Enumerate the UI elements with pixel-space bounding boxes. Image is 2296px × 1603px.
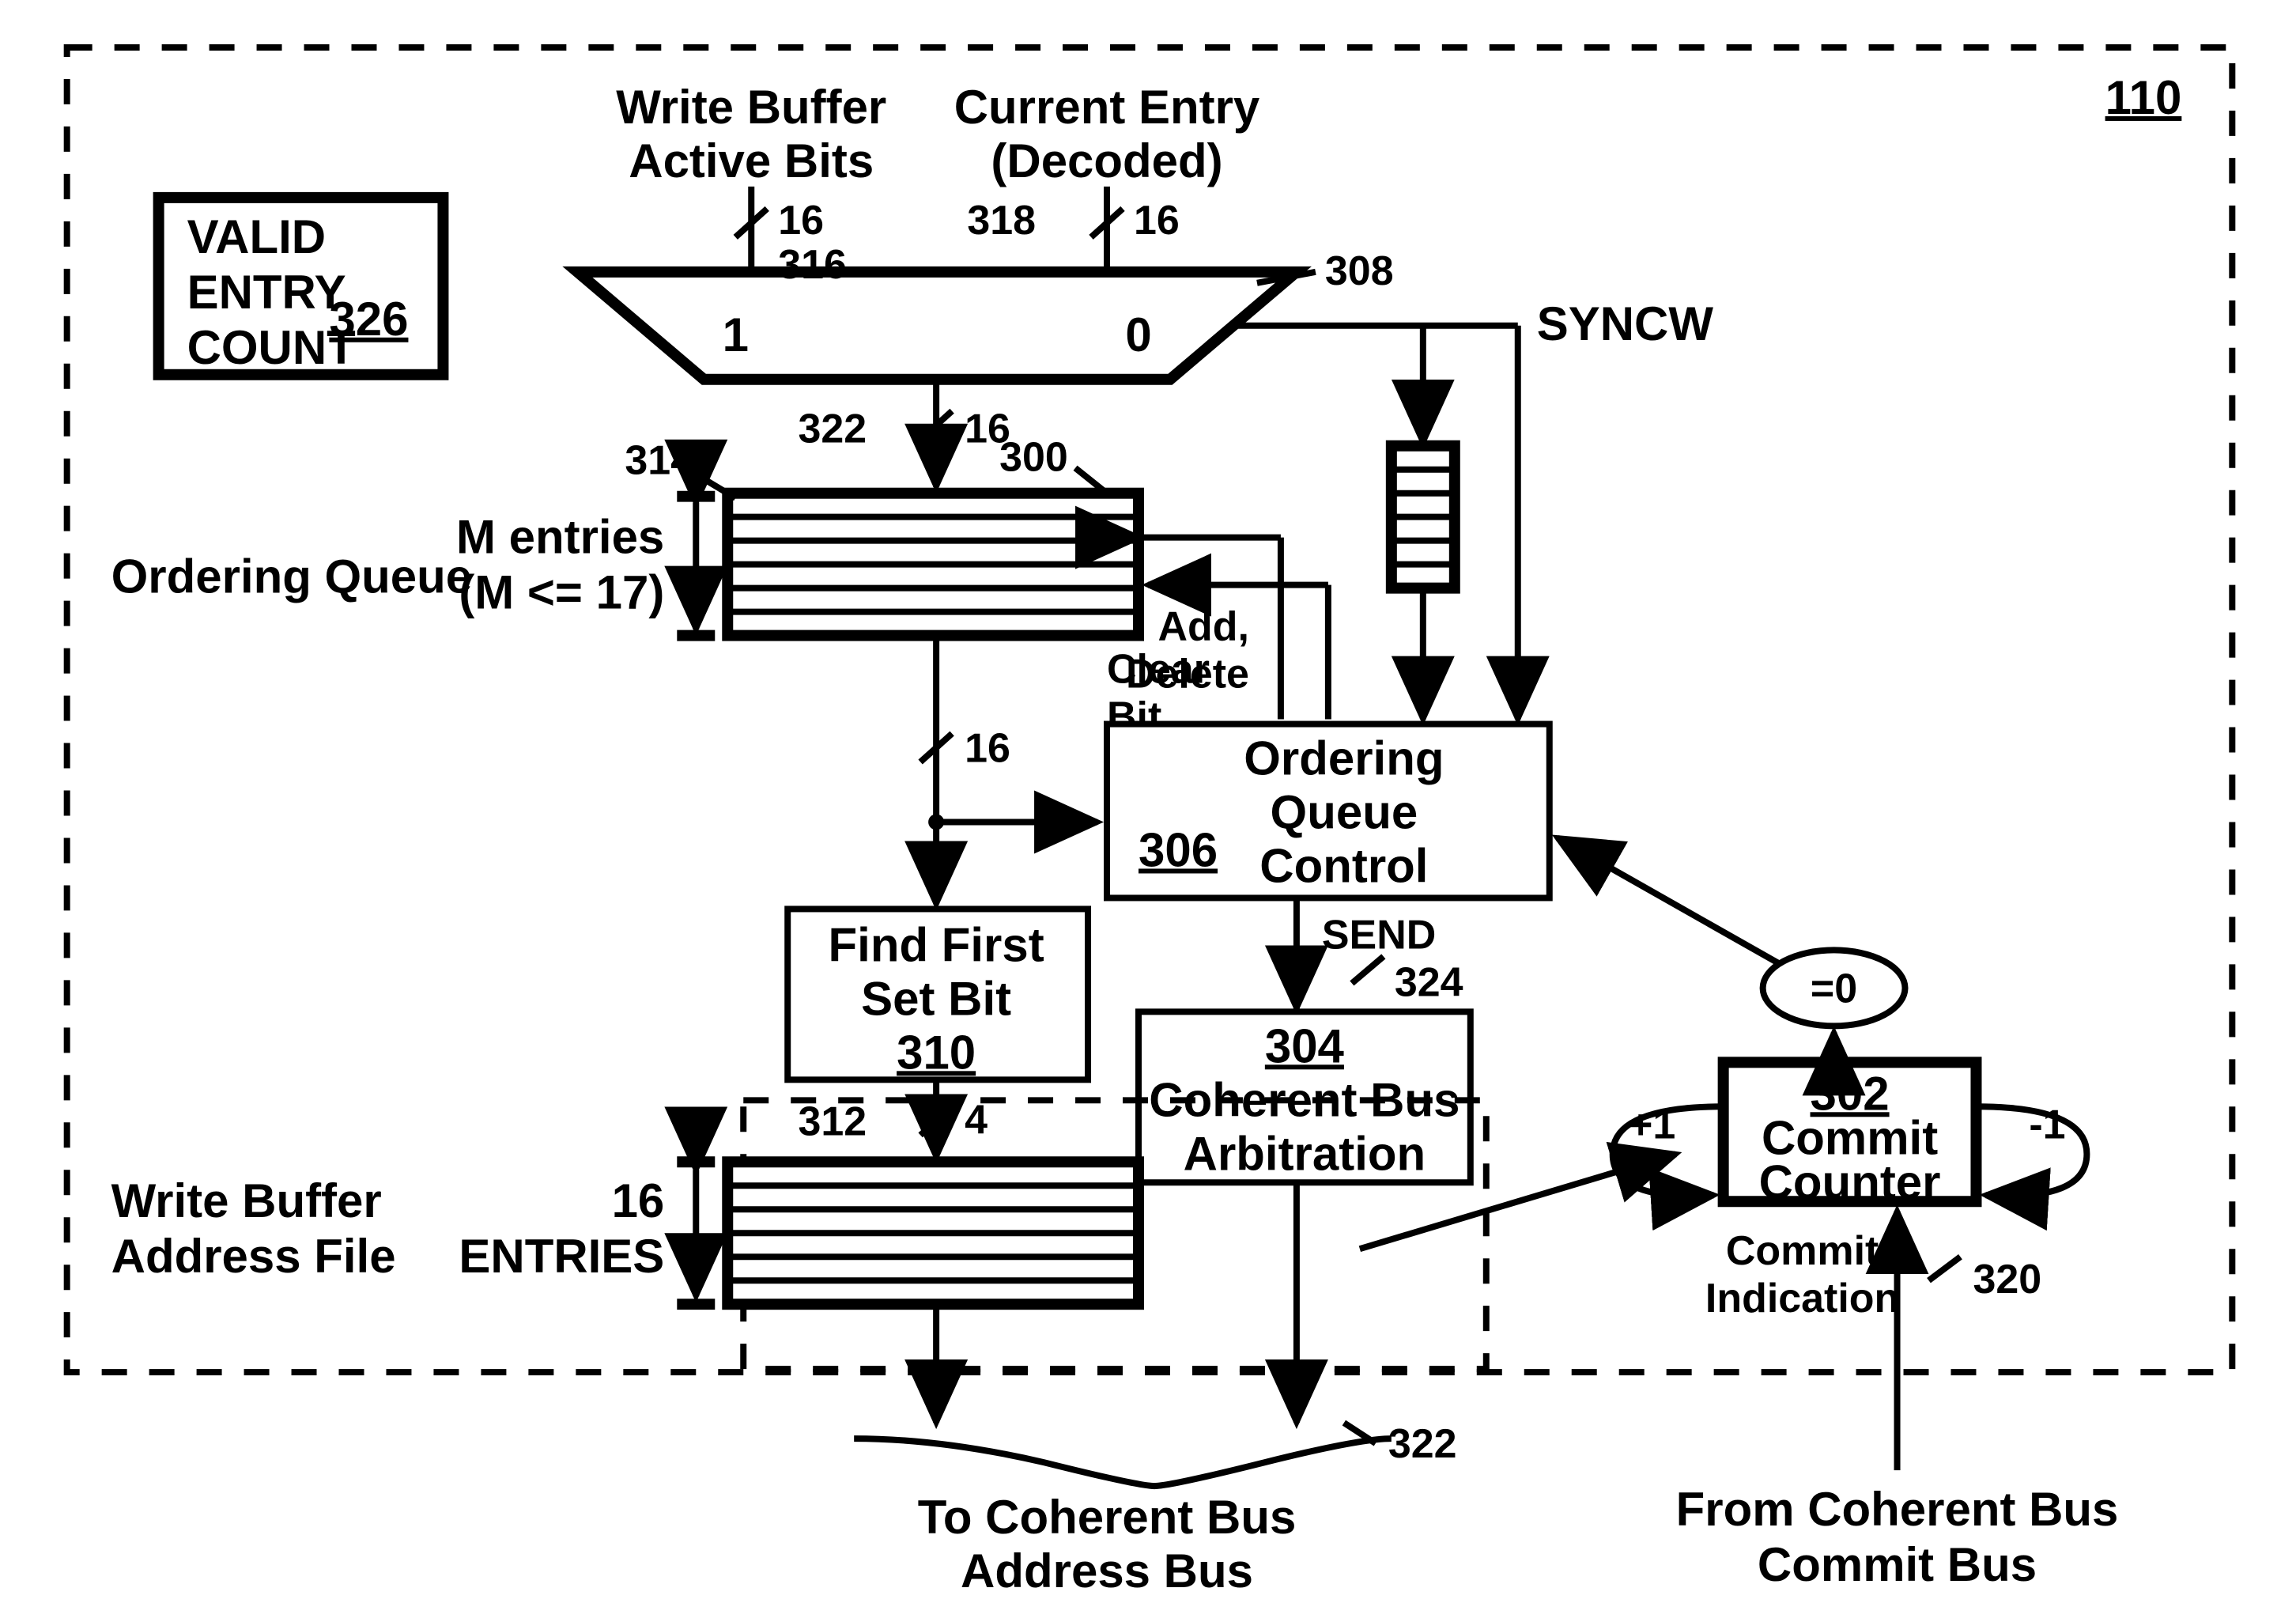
svg-text:0: 0	[1125, 308, 1151, 361]
svg-text:Set Bit: Set Bit	[861, 972, 1011, 1025]
svg-text:ENTRY: ENTRY	[187, 266, 346, 319]
svg-text:Active Bits: Active Bits	[629, 134, 874, 187]
wb-entries-dim: 16 ENTRIES	[459, 1162, 715, 1304]
ordering-queue-control: 306 Ordering Queue Control	[1107, 724, 1550, 898]
ref-320: 320	[1973, 1257, 2041, 1302]
svg-text:Address File: Address File	[111, 1230, 396, 1283]
svg-text:Commit: Commit	[1726, 1228, 1879, 1274]
svg-text:+1: +1	[1629, 1102, 1675, 1147]
ref-314: 314	[625, 438, 693, 484]
ref-324: 324	[1395, 959, 1463, 1005]
svg-text:Delete: Delete	[1126, 652, 1249, 698]
svg-text:Current Entry: Current Entry	[954, 81, 1260, 134]
svg-text:=0: =0	[1811, 966, 1857, 1011]
figure-ref: 110	[2105, 71, 2182, 124]
svg-text:16: 16	[965, 726, 1010, 772]
commit-counter: 302 Commit Counter +1 -1 =0	[1613, 950, 2087, 1208]
svg-text:From Coherent Bus: From Coherent Bus	[1676, 1483, 2119, 1536]
diagram-root: 110 VALID ENTRY COUNT 326 Write Buffer A…	[0, 0, 2296, 1603]
ref-326: 326	[329, 293, 408, 346]
send-label: SEND	[1322, 912, 1436, 958]
svg-text:To Coherent Bus: To Coherent Bus	[918, 1491, 1297, 1544]
svg-text:Counter: Counter	[1759, 1155, 1941, 1208]
ref-322-mux: 322	[798, 406, 867, 452]
svg-text:Address Bus: Address Bus	[961, 1544, 1253, 1597]
ref-316: 316	[778, 242, 847, 288]
svg-text:Control: Control	[1259, 839, 1428, 892]
svg-text:Indication: Indication	[1705, 1276, 1899, 1321]
svg-text:16: 16	[1134, 198, 1180, 244]
svg-text:1: 1	[723, 308, 749, 361]
svg-text:4: 4	[965, 1097, 988, 1143]
ref-310: 310	[897, 1026, 976, 1079]
write-buffer-address-file	[727, 1162, 1139, 1304]
svg-text:VALID: VALID	[187, 210, 326, 263]
svg-text:16: 16	[612, 1174, 665, 1227]
svg-text:ENTRIES: ENTRIES	[459, 1230, 664, 1283]
ordering-queue-block: 314 300	[625, 435, 1139, 636]
ref-318: 318	[967, 198, 1036, 244]
ordering-queue-label: Ordering Queue	[111, 550, 473, 603]
svg-text:(Decoded): (Decoded)	[991, 134, 1222, 187]
ref-304: 304	[1265, 1019, 1345, 1072]
syncw-fifo	[1392, 446, 1455, 720]
ref-308: 308	[1325, 248, 1394, 294]
svg-text:Ordering: Ordering	[1244, 732, 1444, 785]
ref-300: 300	[999, 435, 1068, 481]
svg-text:-1: -1	[2029, 1102, 2065, 1147]
ref-322-bottom: 322	[1388, 1421, 1457, 1467]
ref-312: 312	[798, 1098, 867, 1144]
svg-text:M entries: M entries	[456, 511, 664, 564]
svg-text:(M <= 17): (M <= 17)	[459, 566, 664, 619]
svg-text:Write Buffer: Write Buffer	[111, 1174, 382, 1227]
svg-text:16: 16	[778, 198, 824, 244]
ref-306: 306	[1139, 823, 1218, 876]
find-first-set-bit: Find First Set Bit 310	[787, 909, 1088, 1079]
svg-text:Queue: Queue	[1271, 785, 1418, 838]
svg-text:Find First: Find First	[829, 918, 1044, 971]
svg-text:Add,: Add,	[1157, 604, 1248, 650]
svg-text:Commit Bus: Commit Bus	[1758, 1538, 2037, 1591]
syncw-label: SYNCW	[1537, 297, 1714, 350]
svg-text:Write Buffer: Write Buffer	[616, 81, 886, 134]
svg-text:Arbitration: Arbitration	[1184, 1127, 1426, 1180]
valid-entry-count-box: VALID ENTRY COUNT 326	[159, 198, 444, 375]
m-entries-dim: M entries (M <= 17)	[456, 497, 715, 636]
